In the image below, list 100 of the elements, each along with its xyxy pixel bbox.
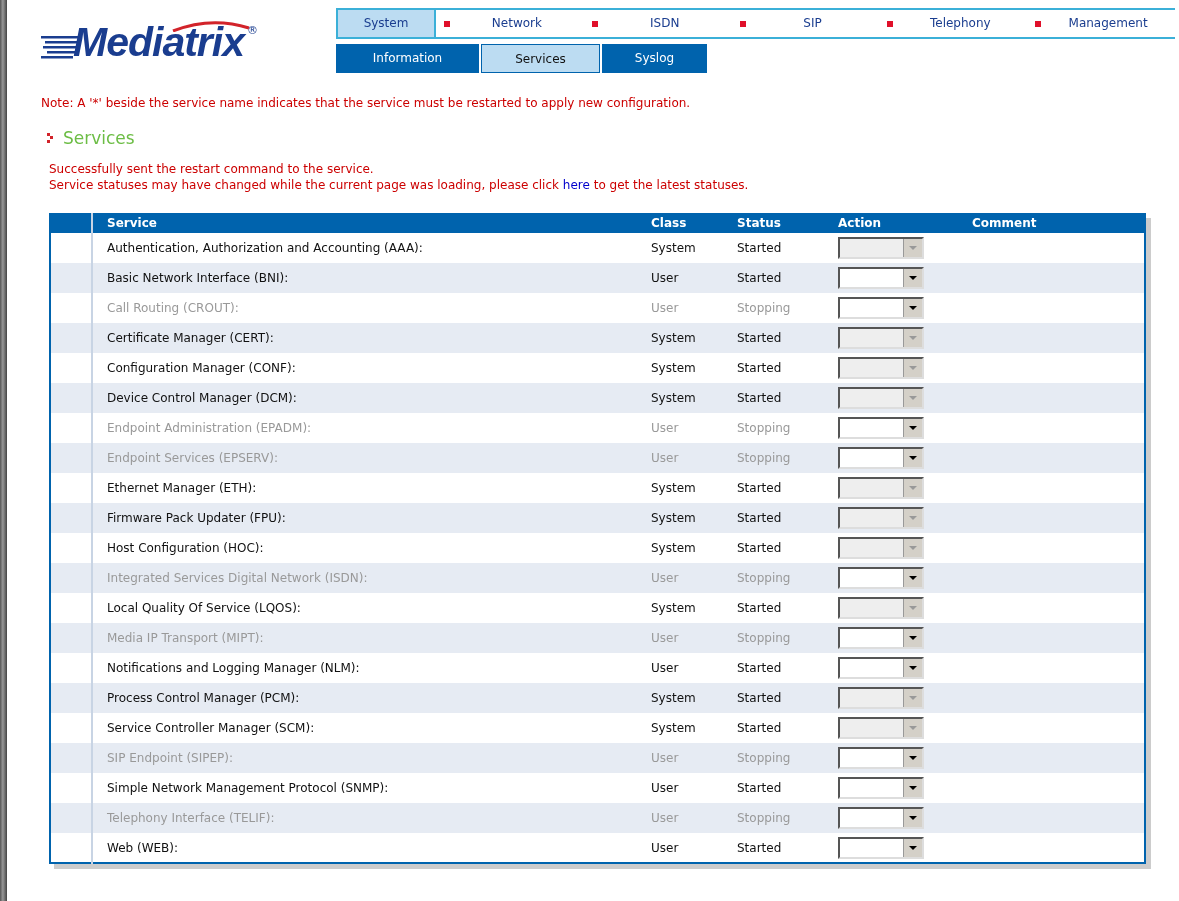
class-text: System	[651, 720, 696, 735]
column-header: Class	[651, 216, 687, 230]
class-text: System	[651, 390, 696, 405]
class-text: User	[651, 450, 679, 465]
nav-tab[interactable]: Network	[450, 10, 584, 37]
status-text: Started	[737, 270, 782, 285]
bullet-icon	[887, 20, 894, 27]
service-name: Simple Network Management Protocol (SNMP):	[107, 780, 389, 795]
service-name: Firmware Pack Updater (FPU):	[107, 510, 286, 525]
status-text: Stopping	[737, 300, 791, 315]
class-text: System	[651, 540, 696, 555]
status-text: Started	[737, 390, 782, 405]
status-text: Stopping	[737, 450, 791, 465]
action-dropdown[interactable]	[838, 836, 924, 859]
action-dropdown[interactable]	[838, 746, 924, 769]
status-text: Started	[737, 480, 782, 495]
action-dropdown[interactable]	[838, 656, 924, 679]
class-text: User	[651, 570, 679, 585]
status-text: Stopping	[737, 570, 791, 585]
action-dropdown[interactable]	[838, 776, 924, 799]
status-text: Stopping	[737, 750, 791, 765]
status-text: Started	[737, 540, 782, 555]
action-dropdown[interactable]	[838, 416, 924, 439]
class-text: User	[651, 630, 679, 645]
status-text: Started	[737, 240, 782, 255]
status-text: Started	[737, 840, 782, 855]
service-name: Endpoint Administration (EPADM):	[107, 420, 312, 435]
service-name: Ethernet Manager (ETH):	[107, 480, 257, 495]
action-dropdown[interactable]	[838, 446, 924, 469]
service-name: Device Control Manager (DCM):	[107, 390, 297, 405]
nav-tab[interactable]: Management	[1041, 10, 1175, 37]
bullet-icon	[739, 20, 746, 27]
action-dropdown[interactable]	[838, 296, 924, 319]
action-dropdown[interactable]	[838, 806, 924, 829]
status-text: Stopping	[737, 630, 791, 645]
service-name: Web (WEB):	[107, 840, 179, 855]
action-dropdown[interactable]	[838, 266, 924, 289]
column-header: Status	[737, 216, 781, 230]
status-message: Service statuses may have changed while the current page was loading, please click here to get the latest statuses.	[49, 177, 750, 193]
class-text: User	[651, 780, 679, 795]
class-text: System	[651, 510, 696, 525]
service-name: Host Configuration (HOC):	[107, 540, 264, 555]
status-text: Stopping	[737, 810, 791, 825]
status-text: Stopping	[737, 420, 791, 435]
class-text: System	[651, 240, 696, 255]
column-header: Service	[107, 216, 157, 230]
class-text: User	[651, 420, 679, 435]
service-name: SIP Endpoint (SIPEP):	[107, 750, 234, 765]
service-name: Endpoint Services (EPSERV):	[107, 450, 278, 465]
class-text: System	[651, 690, 696, 705]
chevron-icon	[47, 133, 55, 143]
service-name: Certificate Manager (CERT):	[107, 330, 274, 345]
class-text: User	[651, 810, 679, 825]
service-name: Process Control Manager (PCM):	[107, 690, 300, 705]
sub-tab[interactable]: Syslog	[602, 44, 707, 73]
service-name: Integrated Services Digital Network (ISDN):	[107, 570, 368, 585]
here-link[interactable]: here	[562, 178, 590, 192]
class-text: User	[651, 300, 679, 315]
bullet-icon	[591, 20, 598, 27]
service-name: Local Quality Of Service (LQOS):	[107, 600, 301, 615]
status-message: Successfully sent the restart command to the service.	[49, 161, 375, 177]
class-text: User	[651, 750, 679, 765]
class-text: User	[651, 660, 679, 675]
service-name: Notifications and Logging Manager (NLM):	[107, 660, 360, 675]
service-name: Media IP Transport (MIPT):	[107, 630, 264, 645]
section-heading: Services	[63, 128, 135, 148]
status-text: Started	[737, 360, 782, 375]
nav-tab[interactable]: Telephony	[893, 10, 1028, 37]
note-text: Note: A '*' beside the service name indicates that the service must be restarted to apply new configuration.	[41, 96, 692, 110]
column-header: Comment	[972, 216, 1037, 230]
nav-tab[interactable]: SIP	[745, 10, 880, 37]
bullet-icon	[444, 20, 450, 27]
status-text: Started	[737, 330, 782, 345]
service-name: Basic Network Interface (BNI):	[107, 270, 289, 285]
status-text: Started	[737, 720, 782, 735]
status-text: Started	[737, 660, 782, 675]
column-header: Action	[838, 216, 882, 230]
status-text: Started	[737, 780, 782, 795]
status-text: Started	[737, 600, 782, 615]
class-text: System	[651, 480, 696, 495]
class-text: User	[651, 270, 679, 285]
service-name: Service Controller Manager (SCM):	[107, 720, 315, 735]
action-dropdown[interactable]	[838, 626, 924, 649]
logo: Mediatrix®	[41, 18, 331, 66]
class-text: System	[651, 360, 696, 375]
sub-tab[interactable]: Information	[336, 44, 479, 73]
class-text: System	[651, 600, 696, 615]
service-name: Authentication, Authorization and Accounting (AAA):	[107, 240, 423, 255]
status-text: Started	[737, 690, 782, 705]
status-text: Started	[737, 510, 782, 525]
sub-tab[interactable]: Services	[481, 44, 600, 73]
class-text: System	[651, 330, 696, 345]
bullet-icon	[1035, 20, 1042, 27]
class-text: User	[651, 840, 679, 855]
service-name: Configuration Manager (CONF):	[107, 360, 296, 375]
nav-tab[interactable]: ISDN	[597, 10, 732, 37]
service-name: Call Routing (CROUT):	[107, 300, 239, 315]
nav-tab[interactable]: System	[336, 10, 436, 37]
action-dropdown[interactable]	[838, 566, 924, 589]
service-name: Telephony Interface (TELIF):	[107, 810, 275, 825]
